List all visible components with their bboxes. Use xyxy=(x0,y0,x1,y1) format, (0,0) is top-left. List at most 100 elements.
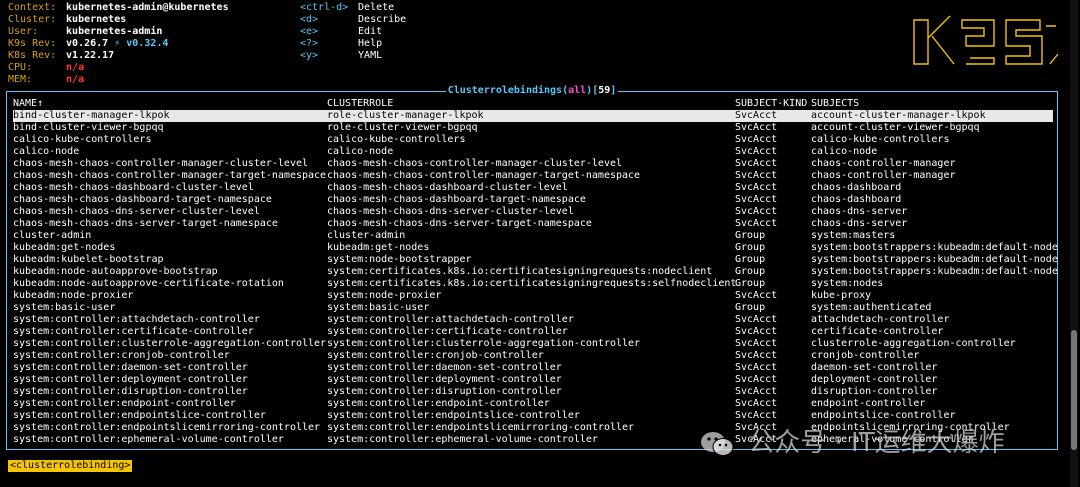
cell-clusterrole: kubeadm:get-nodes xyxy=(327,242,430,253)
cell-subjects: kube-proxy xyxy=(811,290,872,301)
cell-clusterrole: system:controller:deployment-controller xyxy=(327,374,562,385)
table-row[interactable]: kubeadm:kubelet-bootstrap system:node-boo… xyxy=(13,254,1058,266)
cell-name: chaos-mesh-chaos-controller-manager-clus… xyxy=(13,158,309,169)
cell-subjects: system:bootstrappers:kubeadm:default-nod… xyxy=(811,254,1058,265)
resource-name: Clusterrolebindings xyxy=(447,85,563,96)
cell-subject-kind: SvcAcct xyxy=(735,398,778,409)
hint-help[interactable]: <?> Help xyxy=(300,38,406,50)
cell-clusterrole: system:controller:endpointslicemirroring… xyxy=(327,422,635,433)
column-header-subject-kind[interactable]: SUBJECT-KIND xyxy=(735,98,807,110)
cell-subjects: chaos-controller-manager xyxy=(811,158,956,169)
table-row[interactable]: bind-cluster-manager-lkpok role-cluster-m… xyxy=(13,110,1053,122)
cell-subjects: account-cluster-viewer-bgpqq xyxy=(811,122,980,133)
cell-subject-kind: Group xyxy=(735,242,766,253)
table-row[interactable]: chaos-mesh-chaos-dashboard-target-namesp… xyxy=(13,194,1053,206)
resource-table-frame: Clusterrolebindings(all)[59] NAME↑ CLUST… xyxy=(6,85,1058,450)
watermark: 公众号 · IT运维大爆炸 xyxy=(700,425,1005,461)
table-row[interactable]: chaos-mesh-chaos-dns-server-cluster-leve… xyxy=(13,206,1053,218)
table-row[interactable]: system:controller:clusterrole-aggregatio… xyxy=(13,338,1053,350)
cell-name: system:controller:cronjob-controller xyxy=(13,350,230,361)
cell-subject-kind: SvcAcct xyxy=(735,350,778,361)
hint-label: Delete xyxy=(358,2,395,13)
cell-subjects: calico-node xyxy=(811,146,878,157)
cell-subjects: system:masters xyxy=(811,230,896,241)
table-title: Clusterrolebindings(all)[59] xyxy=(445,85,619,96)
table-row[interactable]: chaos-mesh-chaos-controller-manager-targ… xyxy=(13,170,1053,182)
column-header-clusterrole[interactable]: CLUSTERROLE xyxy=(327,98,393,110)
table-header: NAME↑ CLUSTERROLE SUBJECT-KIND SUBJECTS xyxy=(13,98,1053,110)
cell-subject-kind: SvcAcct xyxy=(735,290,778,301)
table-row[interactable]: calico-node calico-node SvcAcct calico-node xyxy=(13,146,1053,158)
cell-clusterrole: role-cluster-manager-lkpok xyxy=(327,110,484,121)
table-row[interactable]: system:controller:attachdetach-controlle… xyxy=(13,314,1053,326)
table-row[interactable]: bind-cluster-viewer-bgpqq role-cluster-vi… xyxy=(13,122,1053,134)
cell-subjects: daemon-set-controller xyxy=(811,362,938,373)
cell-subject-kind: SvcAcct xyxy=(735,362,778,373)
table-row[interactable]: chaos-mesh-chaos-dashboard-cluster-level… xyxy=(13,182,1053,194)
cell-name: system:controller:endpoint-controller xyxy=(13,398,236,409)
table-row[interactable]: kubeadm:node-proxier system:node-proxier S… xyxy=(13,290,1053,302)
cell-subjects: disruption-controller xyxy=(811,386,938,397)
cpu-value: n/a xyxy=(66,62,85,73)
cell-subject-kind: Group xyxy=(735,254,766,265)
cell-clusterrole: system:controller:endpointslice-controll… xyxy=(327,410,580,421)
cell-clusterrole: system:controller:ephemeral-volume-contr… xyxy=(327,434,598,445)
cell-name: kubeadm:node-proxier xyxy=(13,290,134,301)
table-row[interactable]: kubeadm:node-autoapprove-certificate-rot… xyxy=(13,278,1053,290)
cell-subject-kind: SvcAcct xyxy=(735,146,778,157)
scrollbar[interactable] xyxy=(1070,0,1078,487)
table-row[interactable]: system:controller:deployment-controller s… xyxy=(13,374,1053,386)
hint-describe[interactable]: <d> Describe xyxy=(300,14,406,26)
cell-clusterrole: system:controller:disruption-controller xyxy=(327,386,562,397)
cell-clusterrole: system:controller:clusterrole-aggregatio… xyxy=(327,338,641,349)
cell-subjects: cronjob-controller xyxy=(811,350,920,361)
table-row[interactable]: calico-kube-controllers calico-kube-contr… xyxy=(13,134,1053,146)
mem-value: n/a xyxy=(66,74,85,85)
table-row[interactable]: system:controller:endpointslice-controll… xyxy=(13,410,1053,422)
scroll-thumb[interactable] xyxy=(1071,330,1077,450)
cell-clusterrole: system:controller:endpoint-controller xyxy=(327,398,550,409)
cell-clusterrole: system:controller:certificate-controller xyxy=(327,326,568,337)
table-row[interactable]: cluster-admin cluster-admin Group system:ma… xyxy=(13,230,1053,242)
table-row[interactable]: chaos-mesh-chaos-controller-manager-clus… xyxy=(13,158,1053,170)
cell-name: chaos-mesh-chaos-dns-server-cluster-leve… xyxy=(13,206,260,217)
hint-key: <y> xyxy=(300,50,319,61)
table-row[interactable]: kubeadm:node-autoapprove-bootstrap system… xyxy=(13,266,1058,278)
column-header-subjects[interactable]: SUBJECTS xyxy=(811,98,859,110)
column-header-name[interactable]: NAME↑ xyxy=(13,98,43,110)
table-row[interactable]: system:basic-user system:basic-user Group s… xyxy=(13,302,1053,314)
table-row[interactable]: system:controller:cronjob-controller syst… xyxy=(13,350,1053,362)
user-value: kubernetes-admin xyxy=(66,26,163,37)
table-row[interactable]: system:controller:certificate-controller… xyxy=(13,326,1053,338)
cell-name: system:controller:certificate-controller xyxy=(13,326,254,337)
cell-subjects: calico-kube-controllers xyxy=(811,134,950,145)
cell-name: kubeadm:get-nodes xyxy=(13,242,116,253)
cluster-info: Context: kubernetes-admin@kubernetes Clu… xyxy=(8,2,298,86)
table-row[interactable]: chaos-mesh-chaos-dns-server-target-names… xyxy=(13,218,1053,230)
hint-delete[interactable]: <ctrl-d> Delete xyxy=(300,2,406,14)
cell-clusterrole: chaos-mesh-chaos-dashboard-target-namesp… xyxy=(327,194,586,205)
hint-yaml[interactable]: <y> YAML xyxy=(300,50,406,62)
table-row[interactable]: system:controller:disruption-controller s… xyxy=(13,386,1053,398)
cell-name: chaos-mesh-chaos-controller-manager-targ… xyxy=(13,170,327,181)
cell-subject-kind: SvcAcct xyxy=(735,410,778,421)
table-row[interactable]: system:controller:daemon-set-controller s… xyxy=(13,362,1053,374)
cluster-value: kubernetes xyxy=(66,14,127,25)
resource-table[interactable]: NAME↑ CLUSTERROLE SUBJECT-KIND SUBJECTS … xyxy=(13,98,1058,446)
breadcrumb[interactable]: <clusterrolebinding> xyxy=(8,460,133,472)
cell-name: system:basic-user xyxy=(13,302,116,313)
hint-edit[interactable]: <e> Edit xyxy=(300,26,406,38)
cell-subjects: chaos-dashboard xyxy=(811,194,902,205)
cell-subject-kind: SvcAcct xyxy=(735,158,778,169)
cell-name: system:controller:disruption-controller xyxy=(13,386,248,397)
cell-clusterrole: system:controller:daemon-set-controller xyxy=(327,362,562,373)
table-row[interactable]: kubeadm:get-nodes kubeadm:get-nodes Group s… xyxy=(13,242,1058,254)
cell-subject-kind: Group xyxy=(735,266,766,277)
cell-clusterrole: chaos-mesh-chaos-controller-manager-targ… xyxy=(327,170,641,181)
table-row[interactable]: system:controller:endpoint-controller sys… xyxy=(13,398,1053,410)
cell-clusterrole: system:controller:cronjob-controller xyxy=(327,350,544,361)
cell-subject-kind: SvcAcct xyxy=(735,314,778,325)
hint-key: <ctrl-d> xyxy=(300,2,349,13)
hint-key: <e> xyxy=(300,26,319,37)
context-row: Context: kubernetes-admin@kubernetes xyxy=(8,2,298,14)
